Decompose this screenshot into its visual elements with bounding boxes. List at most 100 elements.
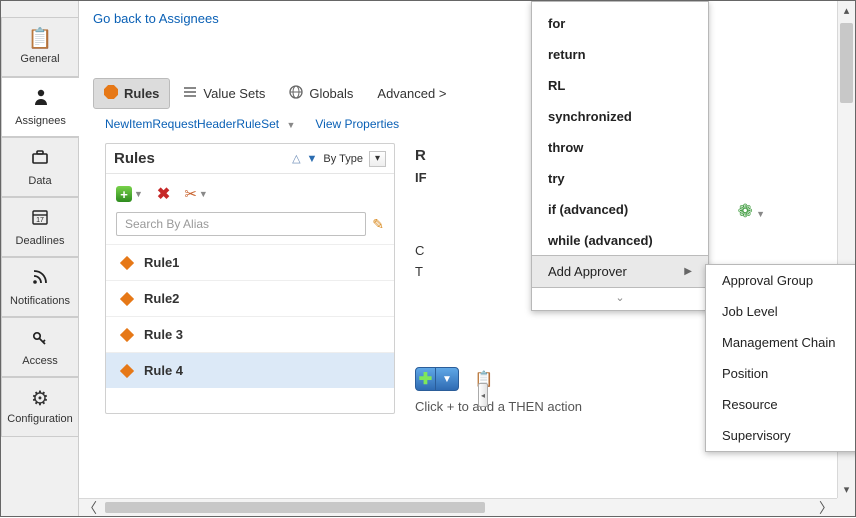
- tab-data[interactable]: Data: [1, 137, 78, 197]
- scissors-icon: ✂: [184, 185, 197, 203]
- go-back-link[interactable]: Go back to Assignees: [79, 1, 233, 32]
- rules-panel: Rules △ ▼ By Type ▾ + ▼ ✖: [105, 143, 395, 414]
- rules-icon: [104, 85, 118, 102]
- scroll-down-arrow[interactable]: ▾: [838, 480, 855, 498]
- key-icon: [30, 327, 50, 351]
- tab-globals[interactable]: Globals: [278, 78, 364, 109]
- add-rule-button[interactable]: + ▼: [116, 186, 143, 202]
- menu-item-add-approver[interactable]: Add Approver ▶: [532, 255, 708, 288]
- chevron-right-icon: ▶: [684, 266, 692, 277]
- rule-item[interactable]: Rule 3: [106, 316, 394, 352]
- scroll-left-arrow[interactable]: 〈: [79, 499, 101, 516]
- tab-label: Data: [28, 175, 51, 187]
- splitter-handle[interactable]: ◂: [478, 383, 488, 407]
- submenu-item-supervisory[interactable]: Supervisory: [706, 420, 855, 451]
- rule-item[interactable]: Rule1: [106, 244, 394, 280]
- chevron-down-icon: ▼: [286, 120, 295, 130]
- tab-value-sets[interactable]: Value Sets: [172, 78, 276, 109]
- menu-item-rl[interactable]: RL: [532, 70, 708, 101]
- rule-item[interactable]: Rule 4: [106, 352, 394, 388]
- chevron-down-icon: ▼: [199, 189, 208, 199]
- cut-rule-button[interactable]: ✂ ▼: [184, 185, 208, 203]
- menu-item-for[interactable]: for: [532, 8, 708, 39]
- tab-deadlines[interactable]: 17 Deadlines: [1, 197, 78, 257]
- top-tabs: Rules Value Sets Globals Advanced >: [79, 78, 855, 109]
- delete-icon: ✖: [157, 184, 170, 204]
- menu-item-throw[interactable]: throw: [532, 132, 708, 163]
- submenu-item-job-level[interactable]: Job Level: [706, 296, 855, 327]
- globe-icon: [289, 85, 303, 102]
- tab-label: Access: [22, 355, 57, 367]
- submenu-item-position[interactable]: Position: [706, 358, 855, 389]
- tab-label: General: [20, 53, 59, 65]
- rules-title: Rules: [114, 150, 155, 167]
- rss-icon: [30, 267, 50, 291]
- rule-icon: [120, 292, 134, 306]
- menu-item-return[interactable]: return: [532, 39, 708, 70]
- chevron-down-icon: ▼: [756, 209, 765, 219]
- tab-rules[interactable]: Rules: [93, 78, 170, 109]
- tab-general[interactable]: 📋 General: [1, 17, 78, 77]
- ruleset-name: NewItemRequestHeaderRuleSet: [105, 117, 279, 131]
- scroll-corner: [837, 498, 855, 516]
- tab-label: Assignees: [15, 115, 66, 127]
- tab-label: Rules: [124, 86, 159, 101]
- rule-name: Rule 3: [144, 327, 183, 342]
- add-then-action-button[interactable]: ✚ ▼: [415, 367, 459, 391]
- search-placeholder: Search By Alias: [125, 217, 209, 231]
- tab-label: Configuration: [7, 413, 72, 425]
- sort-desc-icon: ▼: [307, 153, 318, 165]
- rule-list: Rule1 Rule2 Rule 3 Rule 4: [106, 244, 394, 388]
- rule-name: Rule 4: [144, 363, 183, 378]
- tab-label: Globals: [309, 86, 353, 101]
- menu-scroll-down[interactable]: ⌄: [532, 287, 708, 310]
- menu-item-try[interactable]: try: [532, 163, 708, 194]
- rule-item[interactable]: Rule2: [106, 280, 394, 316]
- tab-access[interactable]: Access: [1, 317, 78, 377]
- view-properties-link[interactable]: View Properties: [315, 117, 399, 131]
- search-input[interactable]: Search By Alias: [116, 212, 366, 236]
- submenu-item-approval-group[interactable]: Approval Group: [706, 265, 855, 296]
- sort-select[interactable]: ▾: [369, 151, 386, 167]
- tab-assignees[interactable]: Assignees: [1, 77, 79, 137]
- list-icon: [183, 85, 197, 102]
- tab-label: Notifications: [10, 295, 70, 307]
- menu-item-if-advanced[interactable]: if (advanced): [532, 194, 708, 225]
- briefcase-icon: [30, 147, 50, 171]
- rule-settings-button[interactable]: ❁ ▼: [738, 206, 765, 220]
- chevron-down-icon: ▼: [134, 189, 143, 199]
- tab-advanced[interactable]: Advanced >: [366, 79, 457, 108]
- sort-asc-icon: △: [292, 152, 300, 165]
- scroll-thumb[interactable]: [840, 23, 853, 103]
- gear-icon: ❁: [738, 201, 753, 221]
- submenu-add-approver: Approval Group Job Level Management Chai…: [705, 264, 855, 452]
- person-icon: [31, 87, 51, 111]
- gear-icon: ⚙: [31, 389, 49, 409]
- scroll-thumb[interactable]: [105, 502, 485, 513]
- tab-notifications[interactable]: Notifications: [1, 257, 78, 317]
- submenu-item-management-chain[interactable]: Management Chain: [706, 327, 855, 358]
- calendar-icon: 17: [30, 207, 50, 231]
- horizontal-scrollbar[interactable]: 〈 〉: [79, 498, 837, 516]
- rule-name: Rule2: [144, 291, 179, 306]
- scroll-up-arrow[interactable]: ▴: [838, 1, 855, 19]
- rules-toolbar: + ▼ ✖ ✂ ▼: [106, 174, 394, 212]
- tab-label: Advanced >: [377, 86, 446, 101]
- rule-icon: [120, 364, 134, 378]
- scroll-track[interactable]: [101, 499, 815, 516]
- tab-label: Deadlines: [16, 235, 65, 247]
- plus-icon: ✚: [416, 367, 436, 391]
- context-menu: for return RL synchronized throw try if …: [531, 1, 709, 311]
- menu-item-while-advanced[interactable]: while (advanced): [532, 225, 708, 256]
- menu-item-synchronized[interactable]: synchronized: [532, 101, 708, 132]
- tab-configuration[interactable]: ⚙ Configuration: [1, 377, 78, 437]
- submenu-item-resource[interactable]: Resource: [706, 389, 855, 420]
- sort-control[interactable]: △ ▼ By Type ▾: [292, 151, 386, 167]
- clipboard-icon: 📋: [28, 29, 53, 49]
- delete-rule-button[interactable]: ✖: [157, 184, 170, 204]
- edit-icon[interactable]: ✎: [372, 216, 384, 233]
- rule-name: Rule1: [144, 255, 179, 270]
- ruleset-dropdown[interactable]: NewItemRequestHeaderRuleSet ▼: [105, 117, 295, 131]
- scroll-right-arrow[interactable]: 〉: [815, 499, 837, 516]
- svg-text:17: 17: [36, 217, 44, 224]
